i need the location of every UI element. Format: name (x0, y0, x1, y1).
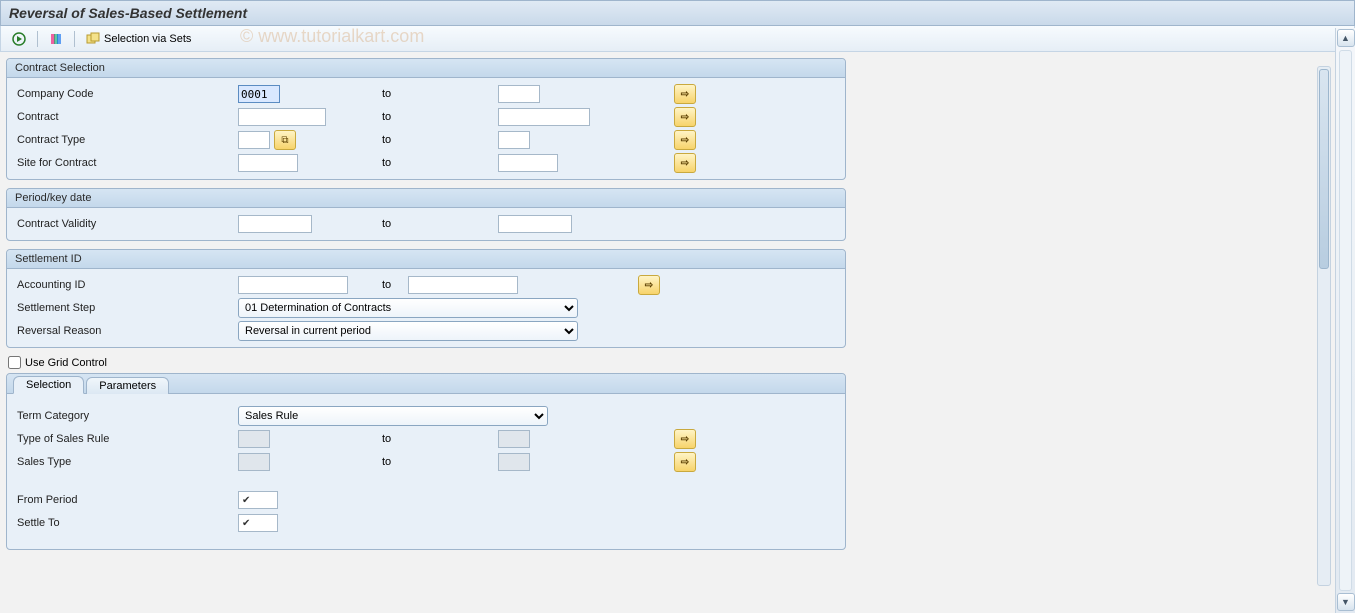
settle-to-check-input[interactable] (238, 514, 278, 532)
contract-type-label: Contract Type (13, 134, 238, 146)
sales-type-to-input[interactable] (498, 453, 530, 471)
accounting-id-from-input[interactable] (238, 276, 348, 294)
contract-type-from-input[interactable] (238, 131, 270, 149)
site-multiselect-button[interactable] (674, 153, 696, 173)
inner-scrollbar[interactable] (1317, 66, 1331, 586)
to-label: to (378, 157, 498, 169)
toolbar: Selection via Sets (0, 26, 1355, 52)
type-of-sales-rule-multiselect-button[interactable] (674, 429, 696, 449)
company-code-multiselect-button[interactable] (674, 84, 696, 104)
accounting-id-to-input[interactable] (408, 276, 518, 294)
settle-to-label: Settle To (13, 517, 238, 529)
type-of-sales-rule-from-input[interactable] (238, 430, 270, 448)
settlement-step-select[interactable]: 01 Determination of Contracts (238, 298, 578, 318)
scroll-up-icon[interactable]: ▲ (1337, 29, 1355, 47)
tab-body-selection: Term Category Sales Rule Type of Sales R… (7, 394, 845, 549)
company-code-from-input[interactable] (238, 85, 280, 103)
page-title: Reversal of Sales-Based Settlement (0, 0, 1355, 26)
settlement-step-label: Settlement Step (13, 302, 238, 314)
group-header: Contract Selection (7, 59, 845, 78)
to-label: to (378, 88, 498, 100)
outer-scrollbar[interactable]: ▲ ▼ (1335, 28, 1355, 613)
contract-type-multiselect-button[interactable] (674, 130, 696, 150)
to-label: to (378, 279, 408, 291)
contract-validity-from-input[interactable] (238, 215, 312, 233)
to-label: to (378, 218, 498, 230)
selection-via-sets-button[interactable]: Selection via Sets (81, 29, 196, 49)
to-label: to (378, 134, 498, 146)
group-settlement-id: Settlement ID Accounting ID to Settlemen… (6, 249, 846, 348)
contract-label: Contract (13, 111, 238, 123)
group-period-key-date: Period/key date Contract Validity to (6, 188, 846, 241)
variant-button[interactable] (44, 29, 68, 49)
contract-validity-label: Contract Validity (13, 218, 238, 230)
tab-container: Selection Parameters Term Category Sales… (6, 373, 846, 550)
group-contract-selection: Contract Selection Company Code to Contr… (6, 58, 846, 180)
scroll-thumb[interactable] (1319, 69, 1329, 269)
sales-type-from-input[interactable] (238, 453, 270, 471)
contract-to-input[interactable] (498, 108, 590, 126)
type-of-sales-rule-label: Type of Sales Rule (13, 433, 238, 445)
variant-icon (49, 32, 63, 46)
tab-parameters[interactable]: Parameters (86, 377, 169, 394)
to-label: to (378, 433, 498, 445)
toolbar-separator (74, 31, 75, 47)
accounting-id-label: Accounting ID (13, 279, 238, 291)
type-of-sales-rule-to-input[interactable] (498, 430, 530, 448)
use-grid-control-row: Use Grid Control (8, 356, 1349, 369)
execute-button[interactable] (7, 29, 31, 49)
term-category-select[interactable]: Sales Rule (238, 406, 548, 426)
use-grid-control-checkbox[interactable] (8, 356, 21, 369)
selection-via-sets-label: Selection via Sets (104, 33, 191, 45)
content-area: Contract Selection Company Code to Contr… (0, 52, 1355, 556)
contract-multiselect-button[interactable] (674, 107, 696, 127)
sets-icon (86, 32, 100, 46)
scroll-track[interactable] (1339, 50, 1352, 591)
reversal-reason-label: Reversal Reason (13, 325, 238, 337)
tab-selection[interactable]: Selection (13, 376, 84, 394)
to-label: to (378, 111, 498, 123)
execute-icon (12, 32, 26, 46)
sales-type-label: Sales Type (13, 456, 238, 468)
scroll-down-icon[interactable]: ▼ (1337, 593, 1355, 611)
site-to-input[interactable] (498, 154, 558, 172)
contract-type-to-input[interactable] (498, 131, 530, 149)
group-header: Settlement ID (7, 250, 845, 269)
site-label: Site for Contract (13, 157, 238, 169)
from-period-label: From Period (13, 494, 238, 506)
contract-type-f4-button[interactable] (274, 130, 296, 150)
company-code-to-input[interactable] (498, 85, 540, 103)
tab-strip: Selection Parameters (7, 374, 845, 394)
to-label: to (378, 456, 498, 468)
from-period-check-input[interactable] (238, 491, 278, 509)
use-grid-control-label: Use Grid Control (25, 357, 107, 369)
contract-from-input[interactable] (238, 108, 326, 126)
group-header: Period/key date (7, 189, 845, 208)
company-code-label: Company Code (13, 88, 238, 100)
term-category-label: Term Category (13, 410, 238, 422)
reversal-reason-select[interactable]: Reversal in current period (238, 321, 578, 341)
toolbar-separator (37, 31, 38, 47)
accounting-id-multiselect-button[interactable] (638, 275, 660, 295)
sales-type-multiselect-button[interactable] (674, 452, 696, 472)
contract-validity-to-input[interactable] (498, 215, 572, 233)
site-from-input[interactable] (238, 154, 298, 172)
